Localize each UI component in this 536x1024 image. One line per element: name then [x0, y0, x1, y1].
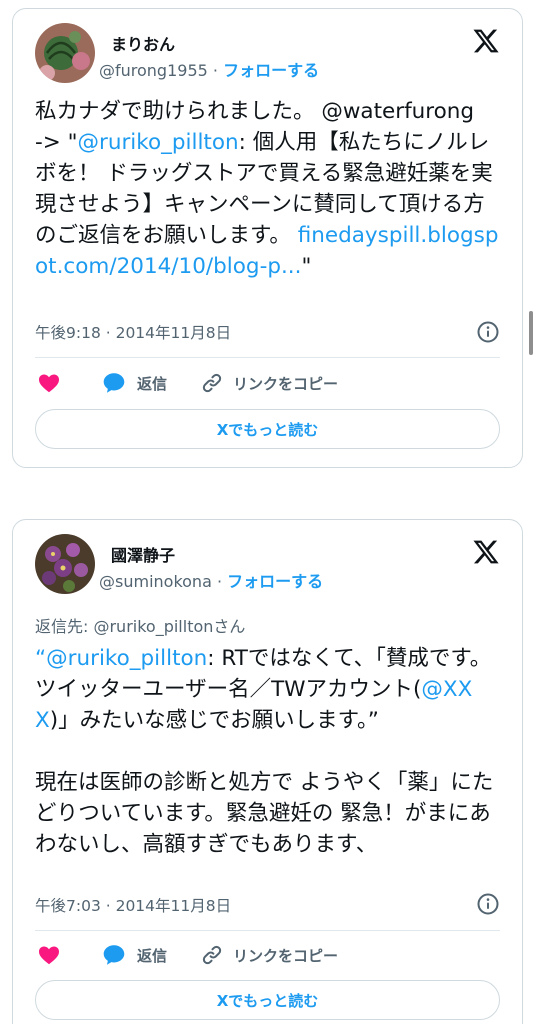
tweet-card: 國澤静子 @suminokona · フォローする 返信先: @ruriko_p…: [12, 519, 523, 1024]
info-icon[interactable]: [476, 892, 500, 916]
copy-link-button[interactable]: リンクをコピー: [201, 940, 338, 970]
author-handle[interactable]: @furong1955: [99, 61, 208, 80]
quote-mark: “: [35, 646, 47, 671]
follow-button[interactable]: フォローする: [227, 572, 323, 591]
tweet-text: “@ruriko_pillton: RTではなくて、「賛成です。ツイッターユーザ…: [35, 643, 504, 860]
timestamp[interactable]: 午後7:03 · 2014年11月8日: [35, 894, 231, 916]
text-prefix: -> ": [35, 130, 78, 155]
avatar[interactable]: [35, 23, 95, 83]
reply-button[interactable]: 返信: [101, 940, 167, 970]
heart-icon: [39, 946, 59, 965]
avatar[interactable]: [35, 534, 95, 594]
heart-icon: [39, 374, 59, 393]
author-name[interactable]: 國澤静子: [111, 542, 175, 566]
action-bar: 返信 リンクをコピー: [35, 368, 500, 398]
like-button[interactable]: [37, 940, 61, 970]
x-logo-icon[interactable]: [472, 27, 500, 55]
reply-to-label: 返信先: @ruriko_pilltonさん: [35, 617, 246, 636]
text-line: 私カナダで助けられました。 @waterfurong: [35, 99, 475, 124]
reply-button[interactable]: 返信: [101, 368, 167, 398]
text-tail: ": [301, 254, 312, 279]
author-name[interactable]: まりおん: [111, 31, 175, 55]
text-paragraph: 現在は医師の診断と処方で ようやく「薬」にたどりついています。緊急避妊の 緊急！…: [35, 770, 494, 857]
separator: ·: [212, 61, 218, 80]
read-more-button[interactable]: Xでもっと読む: [35, 409, 500, 449]
link-icon: [202, 945, 222, 965]
tweet-card: まりおん @furong1955 · フォローする 私カナダで助けられました。 …: [12, 8, 523, 468]
reply-label: 返信: [137, 374, 168, 393]
action-bar: 返信 リンクをコピー: [35, 940, 500, 970]
author-handle[interactable]: @suminokona: [99, 572, 212, 591]
separator: ·: [216, 572, 223, 591]
reply-label: 返信: [137, 946, 168, 965]
link-icon: [202, 373, 222, 393]
chat-bubble-icon: [103, 945, 125, 965]
copy-link-button[interactable]: リンクをコピー: [201, 368, 338, 398]
x-logo-icon[interactable]: [472, 538, 500, 566]
read-more-button[interactable]: Xでもっと読む: [35, 980, 500, 1020]
chat-bubble-icon: [103, 373, 125, 393]
text-body: )」みたいな感じでお願いします。”: [49, 708, 379, 733]
mention-link[interactable]: @ruriko_pillton: [78, 130, 239, 155]
handle-row: @furong1955 · フォローする: [99, 57, 319, 81]
like-button[interactable]: [37, 368, 61, 398]
divider: [35, 930, 500, 931]
timestamp[interactable]: 午後9:18 · 2014年11月8日: [35, 321, 231, 343]
copy-link-label: リンクをコピー: [233, 946, 339, 965]
follow-button[interactable]: フォローする: [223, 61, 319, 80]
copy-link-label: リンクをコピー: [233, 374, 339, 393]
scrollbar-thumb[interactable]: [529, 311, 533, 355]
mention-link[interactable]: @ruriko_pillton: [46, 646, 207, 671]
info-icon[interactable]: [476, 320, 500, 344]
tweet-text: 私カナダで助けられました。 @waterfurong -> "@ruriko_p…: [35, 96, 504, 282]
divider: [35, 357, 500, 358]
handle-row: @suminokona · フォローする: [99, 568, 323, 592]
